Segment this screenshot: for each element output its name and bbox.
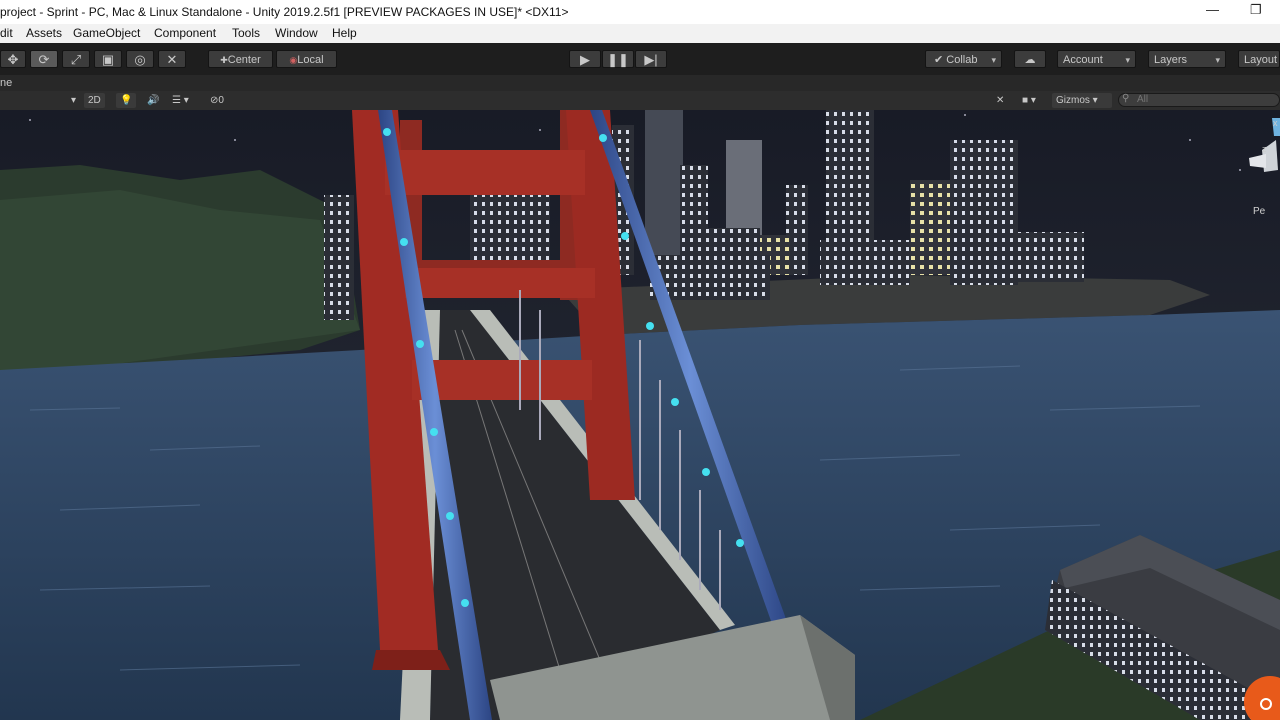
svg-text:x: x (1273, 118, 1278, 128)
shading-mode-dropdown[interactable]: ▾ (0, 93, 78, 108)
step-button[interactable]: ▶| (635, 50, 667, 68)
play-button[interactable]: ▶ (569, 50, 601, 68)
collab-dropdown[interactable]: ✔ Collab (925, 50, 1002, 69)
menu-bar: dit Assets GameObject Component Tools Wi… (0, 24, 1280, 43)
audio-toggle[interactable]: 🔊 (147, 93, 159, 108)
menu-assets[interactable]: Assets (26, 26, 62, 40)
scene-tab-row: ne (0, 75, 1280, 91)
move-icon: ✥ (7, 52, 19, 67)
move-tool-button[interactable]: ✥ (0, 50, 26, 68)
scene-toolbar: ▾ 2D 💡 🔊 ☰ ▾ ⊘0 ✕ ■ ▾ Gizmos ▾ ⚲ (0, 91, 1280, 111)
menu-gameobject[interactable]: GameObject (73, 26, 140, 40)
rotation-toggle-button[interactable]: ◉Local (276, 50, 337, 68)
lighting-toggle[interactable]: 💡 (116, 93, 137, 108)
perspective-label: Pe (1253, 206, 1266, 217)
effects-icon: ☰ (172, 95, 181, 106)
window-title-bar: project - Sprint - PC, Mac & Linux Stand… (0, 0, 1280, 24)
tab-scene[interactable]: ne (0, 77, 12, 89)
cloud-icon: ☁ (1024, 54, 1036, 66)
rect-icon: ▣ (101, 52, 115, 67)
maximize-icon[interactable]: ❐ (1250, 2, 1262, 18)
scale-icon: ⤢ (70, 52, 82, 67)
rotation-label: Local (297, 54, 324, 66)
menu-window[interactable]: Window (275, 26, 318, 40)
collab-label: Collab (946, 54, 978, 66)
check-icon: ✔ (934, 54, 944, 66)
speaker-icon: 🔊 (147, 95, 160, 106)
layout-dropdown[interactable]: Layout (1238, 50, 1280, 68)
menu-component[interactable]: Component (154, 26, 216, 40)
menu-help[interactable]: Help (332, 26, 357, 40)
rotate-tool-button[interactable]: ⟳ (30, 50, 58, 68)
gizmos-label: Gizmos (1056, 95, 1090, 106)
effects-dropdown[interactable]: ☰ ▾ (172, 93, 189, 108)
minimize-icon[interactable]: — (1206, 2, 1219, 17)
bulb-icon: 💡 (120, 95, 133, 106)
hidden-count: 0 (218, 95, 224, 106)
search-icon: ⚲ (1122, 93, 1130, 104)
window-title: project - Sprint - PC, Mac & Linux Stand… (0, 5, 569, 19)
account-label: Account (1063, 54, 1103, 66)
account-dropdown[interactable]: Account (1057, 50, 1136, 69)
custom-tool-button[interactable]: ✕ (158, 50, 186, 68)
svg-text:z: z (1262, 144, 1267, 154)
custom-tool-icon: ✕ (166, 52, 178, 67)
layout-label: Layout (1244, 54, 1278, 66)
transform-tool-button[interactable]: ◎ (126, 50, 154, 68)
transform-icon: ◎ (134, 52, 146, 67)
pause-button[interactable]: ❚❚ (602, 50, 634, 68)
scene-search-input[interactable] (1118, 93, 1280, 107)
play-icon: ▶ (580, 52, 590, 67)
pause-icon: ❚❚ (607, 52, 629, 67)
layers-label: Layers (1154, 54, 1188, 66)
pivot-icon: ✚ (220, 55, 228, 65)
tools-icon: ✕ (996, 95, 1005, 106)
scale-tool-button[interactable]: ⤢ (62, 50, 90, 68)
rect-tool-button[interactable]: ▣ (94, 50, 122, 68)
main-toolbar: ✥ ⟳ ⤢ ▣ ◎ ✕ ✚Center ◉Local ▶ ❚❚ ▶| ✔ Col… (0, 43, 1280, 75)
scene-viewport[interactable]: z x Pe (0, 110, 1280, 720)
2d-toggle[interactable]: 2D (84, 93, 105, 108)
step-icon: ▶| (644, 52, 658, 67)
camera-dropdown[interactable]: ■ ▾ (1022, 93, 1036, 108)
tools-button[interactable]: ✕ (996, 93, 1004, 108)
gizmos-dropdown[interactable]: Gizmos ▾ (1052, 93, 1112, 108)
pivot-toggle-button[interactable]: ✚Center (208, 50, 273, 68)
camera-icon: ■ (1022, 95, 1029, 106)
pivot-label: Center (227, 54, 261, 66)
layers-dropdown[interactable]: Layers (1148, 50, 1226, 69)
rotate-icon: ⟳ (38, 52, 50, 67)
hidden-objects-toggle[interactable]: ⊘0 (210, 93, 224, 108)
menu-tools[interactable]: Tools (232, 26, 260, 40)
menu-edit[interactable]: dit (0, 26, 13, 40)
cloud-button[interactable]: ☁ (1014, 50, 1046, 68)
